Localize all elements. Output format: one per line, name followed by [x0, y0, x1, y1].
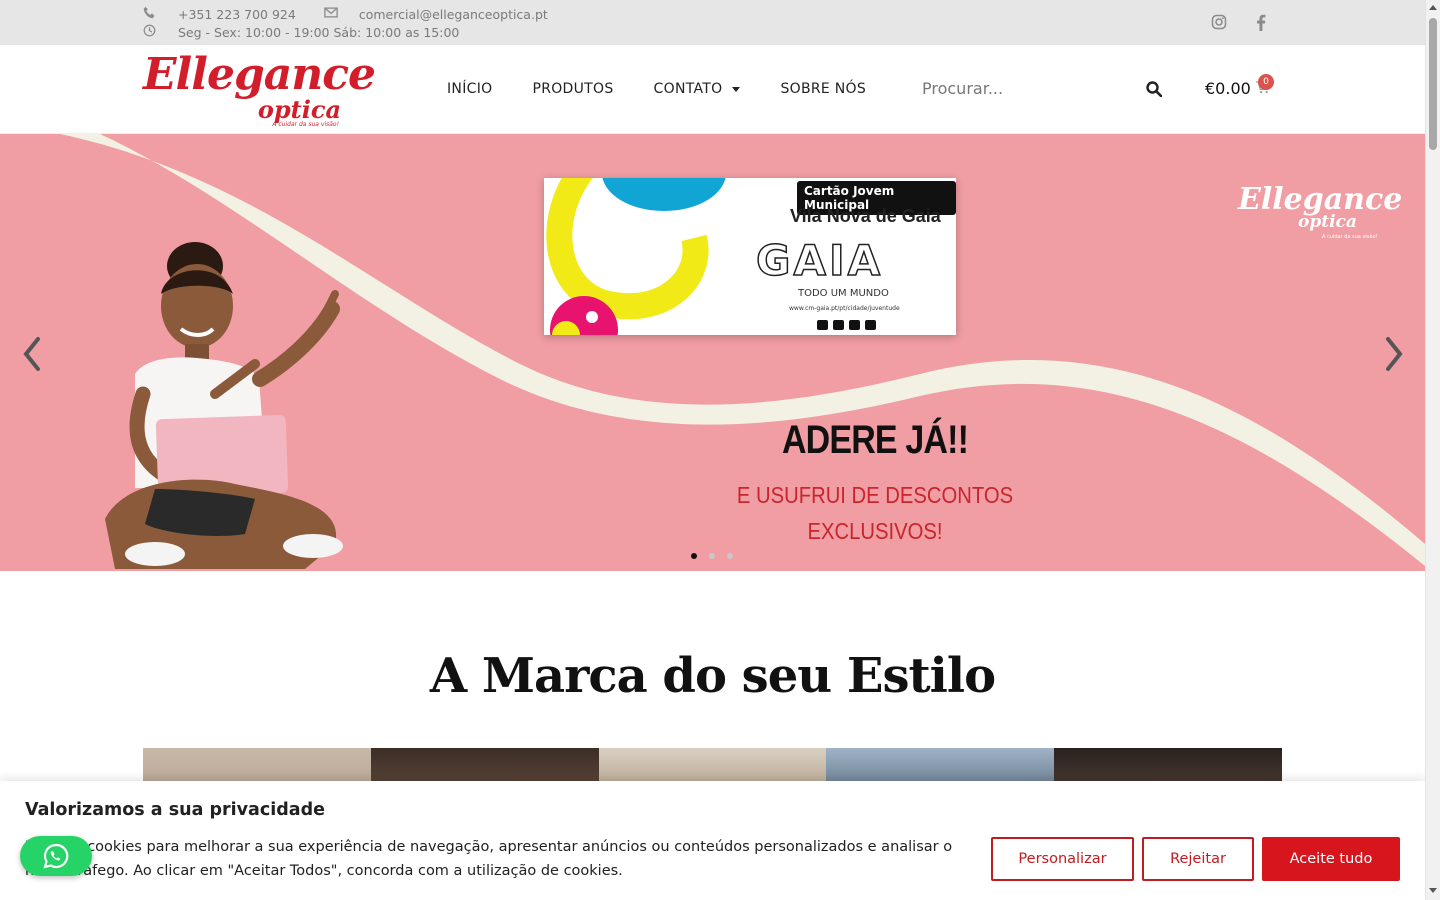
site-logo[interactable]: Ellegance optica A cuidar da sua visão! — [143, 49, 376, 129]
phone-icon — [143, 6, 178, 23]
promo-card-image: Cartão Jovem Municipal Vila Nova de Gaia… — [544, 178, 956, 335]
nav-item-sobre-nos[interactable]: SOBRE NÓS — [780, 81, 866, 97]
logo-subtitle: optica — [257, 95, 341, 124]
hero-brand-tagline: A cuidar da sua visão! — [1322, 234, 1378, 240]
page-scrollbar[interactable] — [1425, 0, 1440, 900]
cart-button[interactable]: €0.00 0 — [1205, 74, 1274, 98]
slider-next-button[interactable] — [1382, 334, 1406, 374]
hero-slider: Cartão Jovem Municipal Vila Nova de Gaia… — [0, 134, 1425, 571]
section-title: A Marca do seu Estilo — [429, 648, 996, 704]
cookie-consent-banner: Valorizamos a sua privacidade Usamos coo… — [0, 781, 1425, 900]
cart-count-badge: 0 — [1258, 74, 1274, 90]
accept-all-button[interactable]: Aceite tudo — [1262, 837, 1400, 881]
slider-dot[interactable] — [727, 553, 733, 559]
hero-brand-subtitle: optica — [1298, 212, 1357, 232]
card-slogan: TODO UM MUNDO — [798, 288, 889, 299]
opening-hours: Seg - Sex: 10:00 - 19:00 Sáb: 10:00 as 1… — [178, 24, 460, 40]
caret-down-icon — [732, 86, 741, 92]
cookie-title: Valorizamos a sua privacidade — [25, 800, 325, 820]
promo-headline: ADERE JÁ!! — [781, 418, 969, 462]
slider-prev-button[interactable] — [20, 334, 44, 374]
social-links — [1210, 11, 1270, 33]
phone-number[interactable]: +351 223 700 924 — [178, 7, 296, 22]
site-header: Ellegance optica A cuidar da sua visão! … — [0, 45, 1425, 134]
logo-tagline: A cuidar da sua visão! — [272, 121, 339, 128]
card-url: www.cm-gaia.pt/pt/cidade/juventude — [789, 305, 900, 312]
envelope-icon — [324, 6, 359, 22]
email-address[interactable]: comercial@elleganceoptica.pt — [359, 7, 548, 22]
logo-wordmark: Ellegance — [143, 49, 376, 100]
scroll-up-arrow[interactable] — [1429, 5, 1437, 10]
customize-button[interactable]: Personalizar — [991, 837, 1134, 881]
card-brand: GAIA — [755, 235, 884, 286]
card-city: Vila Nova de Gaia — [790, 206, 941, 226]
search-icon[interactable] — [1146, 81, 1163, 101]
promo-subline-2: EXCLUSIVOS! — [807, 518, 943, 544]
slider-dot[interactable] — [709, 553, 715, 559]
slider-pagination — [691, 553, 733, 559]
promo-person-image — [105, 242, 343, 569]
cart-total: €0.00 — [1205, 79, 1251, 98]
cookie-text: Usamos cookies para melhorar a sua exper… — [25, 839, 953, 879]
whatsapp-button[interactable] — [20, 836, 92, 876]
instagram-icon[interactable] — [1210, 11, 1228, 33]
main-nav: INÍCIO PRODUTOS CONTATO SOBRE NÓS — [447, 81, 906, 97]
nav-item-contato[interactable]: CONTATO — [654, 81, 741, 97]
nav-item-produtos[interactable]: PRODUTOS — [532, 81, 613, 97]
chevron-left-icon — [23, 337, 40, 371]
nav-item-inicio[interactable]: INÍCIO — [447, 81, 492, 97]
whatsapp-icon — [43, 843, 69, 869]
promo-subline-1: E USUFRUI DE DESCONTOS — [736, 482, 1014, 508]
top-bar: +351 223 700 924 comercial@elleganceopti… — [0, 0, 1425, 45]
search-input[interactable] — [922, 79, 1132, 98]
scroll-down-arrow[interactable] — [1429, 888, 1437, 893]
contact-info: +351 223 700 924 comercial@elleganceopti… — [143, 5, 548, 41]
reject-button[interactable]: Rejeitar — [1142, 837, 1254, 881]
clock-icon — [143, 24, 178, 41]
promo-text: ADERE JÁ!! E USUFRUI DE DESCONTOS EXCLUS… — [700, 418, 1050, 549]
slider-dot[interactable] — [691, 553, 697, 559]
card-social-icons — [817, 320, 876, 330]
search-form — [922, 79, 1172, 101]
scroll-thumb[interactable] — [1429, 18, 1437, 150]
hero-brand-logo: Ellegance optica A cuidar da sua visão! — [1238, 182, 1402, 240]
chevron-right-icon — [1386, 337, 1403, 371]
facebook-icon[interactable] — [1252, 11, 1270, 33]
